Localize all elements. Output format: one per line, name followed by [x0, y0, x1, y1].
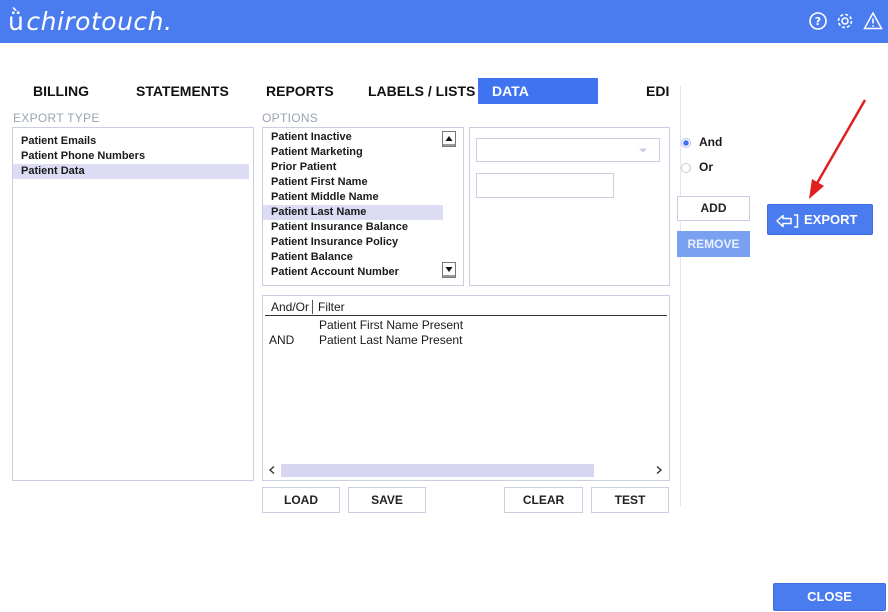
export-arrow-icon — [776, 214, 799, 228]
export-type-heading: EXPORT TYPE — [13, 111, 100, 125]
list-item[interactable]: Patient Last Name — [263, 205, 443, 220]
header-rule — [265, 315, 667, 316]
scroll-right-icon[interactable] — [655, 465, 663, 475]
list-item[interactable]: Patient Emails — [13, 134, 239, 149]
settings-gear-icon[interactable] — [835, 11, 855, 31]
list-item[interactable]: Patient Phone Numbers — [13, 149, 239, 164]
andor-cell: AND — [269, 333, 295, 347]
export-button-label: EXPORT — [804, 212, 858, 227]
or-radio[interactable] — [681, 163, 691, 173]
options-list: Patient Inactive Patient Marketing Prior… — [262, 127, 464, 286]
table-row[interactable]: Patient First Name Present — [269, 318, 667, 333]
list-item[interactable]: Patient Insurance Balance — [263, 220, 443, 235]
load-button[interactable]: LOAD — [262, 487, 340, 513]
clear-button[interactable]: CLEAR — [504, 487, 583, 513]
list-item[interactable]: Patient Data — [13, 164, 249, 179]
scroll-down-icon[interactable] — [442, 262, 456, 278]
value-input[interactable] — [476, 173, 614, 198]
warning-icon[interactable] — [863, 11, 883, 31]
or-label: Or — [699, 160, 714, 174]
tab-billing[interactable]: BILLING — [33, 78, 89, 104]
svg-text:?: ? — [815, 15, 821, 28]
list-item[interactable]: Patient Insurance Policy — [263, 235, 443, 250]
tab-statements[interactable]: STATEMENTS — [136, 78, 229, 104]
list-item[interactable]: Patient Middle Name — [263, 190, 443, 205]
save-button[interactable]: SAVE — [348, 487, 426, 513]
column-header-andor: And/Or — [271, 300, 310, 314]
column-header-filter: Filter — [318, 300, 345, 314]
table-row[interactable]: AND Patient Last Name Present — [269, 333, 667, 348]
app-logo: ǜchirotouch. — [8, 7, 173, 36]
options-heading: OPTIONS — [262, 111, 319, 125]
close-button[interactable]: CLOSE — [773, 583, 886, 611]
chevron-down-icon[interactable] — [638, 147, 648, 155]
and-label: And — [699, 135, 723, 149]
add-button[interactable]: ADD — [677, 196, 750, 221]
test-button[interactable]: TEST — [591, 487, 669, 513]
scroll-left-icon[interactable] — [268, 465, 276, 475]
list-item[interactable]: Patient First Name — [263, 175, 443, 190]
divider — [680, 86, 681, 506]
horizontal-scrollbar-thumb[interactable] — [281, 464, 594, 477]
filter-cell: Patient First Name Present — [319, 318, 464, 332]
list-item[interactable]: Patient Balance — [263, 250, 443, 265]
scroll-up-icon[interactable] — [442, 131, 456, 147]
list-item[interactable]: Patient Marketing — [263, 145, 443, 160]
filter-cell: Patient Last Name Present — [319, 333, 463, 347]
logo-mark-icon: ǜ — [8, 7, 25, 36]
export-type-list: Patient Emails Patient Phone Numbers Pat… — [12, 127, 254, 481]
tab-data-export[interactable]: DATA EXPORT — [478, 78, 598, 125]
tab-edi[interactable]: EDI — [646, 78, 669, 104]
list-item[interactable]: Patient Account Number — [263, 265, 443, 280]
export-button[interactable]: EXPORT — [767, 204, 873, 235]
list-item[interactable]: Prior Patient — [263, 160, 443, 175]
tab-reports[interactable]: REPORTS — [266, 78, 334, 104]
operator-dropdown[interactable] — [476, 138, 660, 162]
list-item[interactable]: Patient Inactive — [263, 130, 443, 145]
annotation-arrow — [809, 99, 867, 199]
column-divider — [312, 300, 313, 314]
and-radio[interactable] — [681, 138, 691, 148]
tab-labels-lists[interactable]: LABELS / LISTS — [368, 78, 475, 104]
help-icon[interactable]: ? — [808, 11, 828, 31]
remove-button[interactable]: REMOVE — [677, 231, 750, 257]
